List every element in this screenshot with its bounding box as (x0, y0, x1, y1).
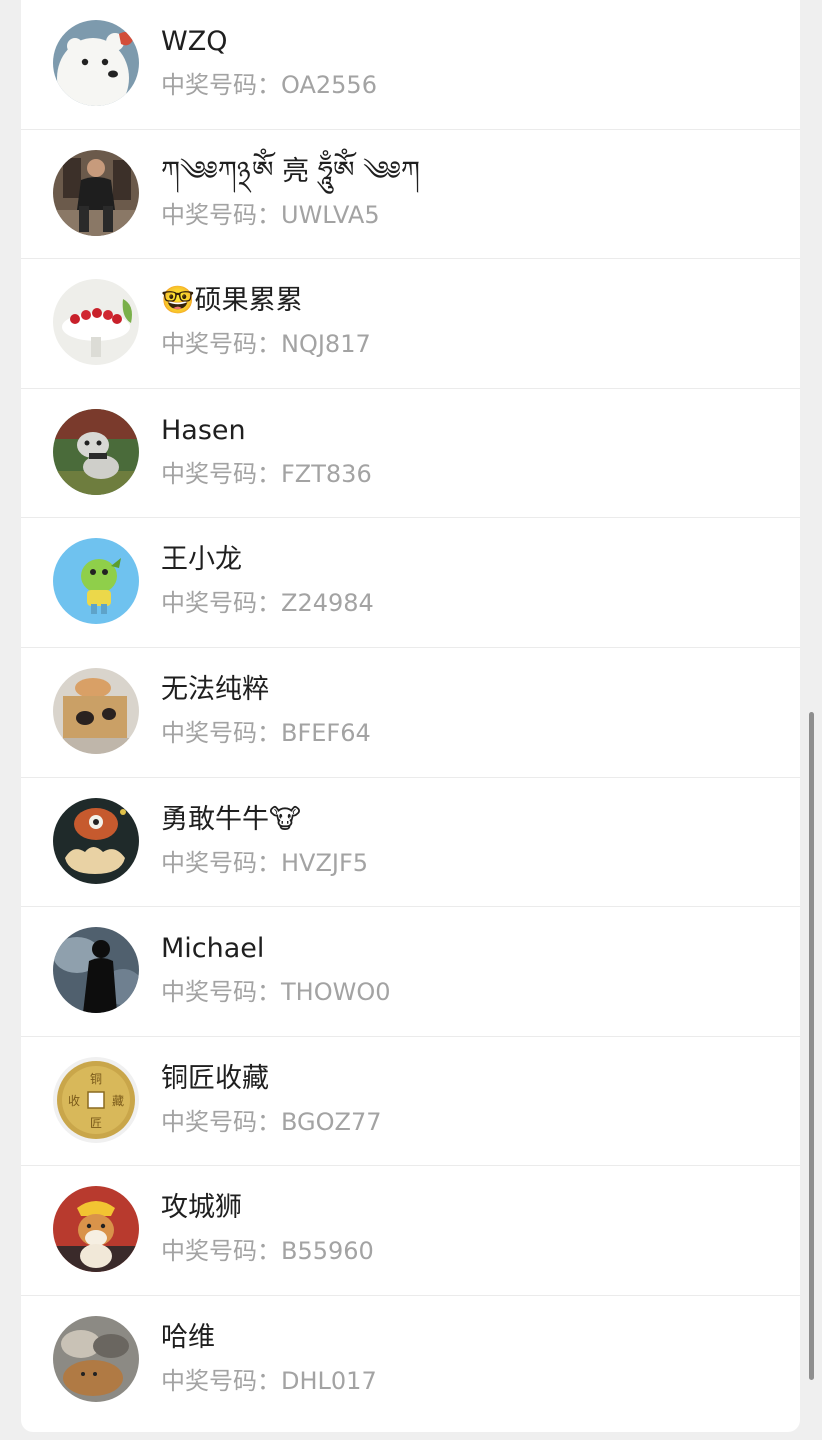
winner-row[interactable]: 攻城狮 中奖号码：B55960 (21, 1166, 800, 1296)
winner-row[interactable]: WZQ 中奖号码：OA2556 (21, 0, 800, 130)
code-label: 中奖号码： (161, 459, 281, 488)
code-label: 中奖号码： (161, 1366, 281, 1395)
winner-code: NQJ817 (281, 330, 371, 359)
winner-code-line: 中奖号码：THOWO0 (161, 975, 391, 1009)
coin-char-bottom: 匠 (90, 1116, 102, 1130)
code-label: 中奖号码： (161, 978, 281, 1007)
winner-row[interactable]: Michael 中奖号码：THOWO0 (21, 907, 800, 1037)
copper-coin-avatar: 铜 匠 收 藏 (53, 1056, 139, 1143)
winner-code: Z24984 (281, 589, 374, 618)
winner-code-line: 中奖号码：HVZJF5 (161, 846, 368, 880)
cherry-dessert-avatar (53, 279, 139, 366)
winner-name: 无法纯粹 (161, 673, 269, 705)
winners-card: WZQ 中奖号码：OA2556 ཀ༄༅ཀ྅ཨོཾ 亮 ཧཱུྃཨོཾ ༄༅ཀ 中… (21, 0, 800, 1432)
winner-name: 攻城狮 (161, 1192, 242, 1224)
winner-code: UWLVA5 (281, 200, 380, 229)
winner-row[interactable]: Hasen 中奖号码：FZT836 (21, 389, 800, 519)
code-label: 中奖号码： (161, 589, 281, 618)
code-label: 中奖号码： (161, 71, 281, 99)
winner-code: HVZJF5 (281, 848, 369, 877)
winner-code-line: 中奖号码：BFEF64 (161, 716, 371, 750)
man-sitting-avatar (53, 149, 139, 236)
winner-name: 哈维 (161, 1321, 215, 1353)
code-label: 中奖号码： (161, 718, 281, 747)
scrollbar[interactable] (809, 712, 814, 1380)
winner-code-line: 中奖号码：Z24984 (161, 586, 374, 620)
winner-row[interactable]: 无法纯粹 中奖号码：BFEF64 (21, 648, 800, 778)
winner-code-line: 中奖号码：UWLVA5 (161, 198, 380, 232)
winner-row[interactable]: 铜 匠 收 藏 铜匠收藏 中奖号码：BGOZ77 (21, 1037, 800, 1167)
winner-code-line: 中奖号码：NQJ817 (161, 327, 371, 361)
winner-name: 勇敢牛牛🐮 (161, 803, 301, 835)
code-label: 中奖号码： (161, 200, 281, 229)
code-label: 中奖号码： (161, 848, 281, 877)
winner-code: FZT836 (281, 459, 372, 488)
winner-code: BGOZ77 (281, 1107, 382, 1136)
coin-char-left: 收 (68, 1094, 80, 1108)
winner-row[interactable]: 勇敢牛牛🐮 中奖号码：HVZJF5 (21, 778, 800, 908)
cats-avatar (53, 1315, 139, 1402)
code-label: 中奖号码： (161, 1237, 281, 1266)
winner-code-line: 中奖号码：OA2556 (161, 68, 377, 102)
winner-name: 王小龙 (161, 544, 242, 576)
green-dragon-avatar (53, 538, 139, 625)
polar-bear-avatar (53, 20, 139, 106)
silhouette-avatar (53, 927, 139, 1014)
winner-row[interactable]: 哈维 中奖号码：DHL017 (21, 1296, 800, 1426)
winner-row[interactable]: 🤓硕果累累 中奖号码：NQJ817 (21, 259, 800, 389)
winner-name: ཀ༄༅ཀ྅ཨོཾ 亮 ཧཱུྃཨོཾ ༄༅ཀ (161, 155, 420, 187)
winner-name: 🤓硕果累累 (161, 285, 303, 317)
winner-name: Michael (161, 933, 265, 965)
winner-code: DHL017 (281, 1366, 377, 1395)
shiba-dog-avatar (53, 1186, 139, 1273)
coin-char-right: 藏 (112, 1094, 124, 1108)
winner-name: WZQ (161, 26, 228, 57)
winner-row[interactable]: ཀ༄༅ཀ྅ཨོཾ 亮 ཧཱུྃཨོཾ ༄༅ཀ 中奖号码：UWLVA5 (21, 130, 800, 260)
winners-page: WZQ 中奖号码：OA2556 ཀ༄༅ཀ྅ཨོཾ 亮 ཧཱུྃཨོཾ ༄༅ཀ 中… (0, 0, 822, 1440)
code-label: 中奖号码： (161, 330, 281, 359)
winner-code: BFEF64 (281, 718, 371, 747)
winners-list: WZQ 中奖号码：OA2556 ཀ༄༅ཀ྅ཨོཾ 亮 ཧཱུྃཨོཾ ༄༅ཀ 中… (21, 0, 800, 1426)
winner-name: Hasen (161, 414, 246, 446)
dog-avatar (53, 408, 139, 495)
winner-row[interactable]: 王小龙 中奖号码：Z24984 (21, 518, 800, 648)
winner-code: B55960 (281, 1237, 374, 1266)
winner-code-line: 中奖号码：B55960 (161, 1234, 374, 1268)
winner-code: OA2556 (281, 71, 377, 99)
winner-code-line: 中奖号码：FZT836 (161, 457, 372, 491)
cartoon-monster-avatar (53, 797, 139, 884)
winner-name: 铜匠收藏 (161, 1062, 269, 1094)
code-label: 中奖号码： (161, 1107, 281, 1136)
cat-in-box-avatar (53, 667, 139, 754)
coin-char-top: 铜 (90, 1071, 102, 1086)
winner-code-line: 中奖号码：DHL017 (161, 1364, 377, 1398)
winner-code-line: 中奖号码：BGOZ77 (161, 1105, 382, 1139)
winner-code: THOWO0 (281, 978, 391, 1007)
